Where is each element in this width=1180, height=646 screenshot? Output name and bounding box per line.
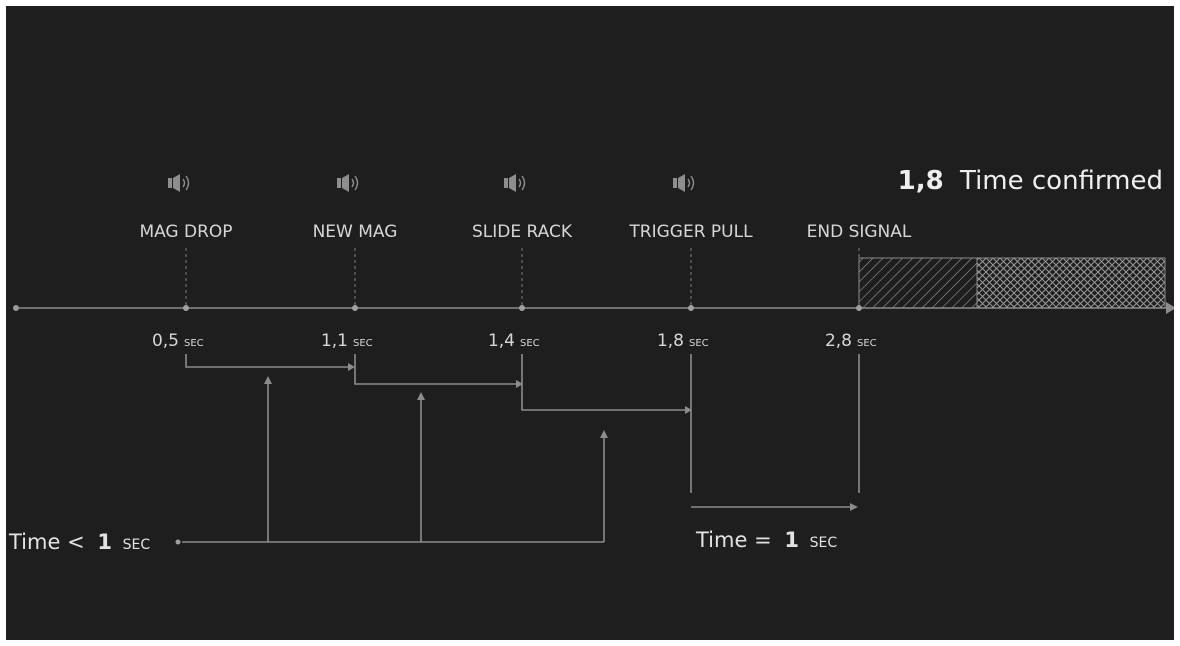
- tick-dot-1: [352, 305, 358, 311]
- right-note-unit: SEC: [810, 535, 838, 551]
- timeline-svg: MAG DROP NEW MAG SLIDE RACK TRIGGER PULL…: [8, 166, 1174, 554]
- time-value-1: 1,1: [321, 331, 348, 351]
- tick-dot-3: [688, 305, 694, 311]
- riser-arrow-head-0: [264, 376, 272, 384]
- speaker-icon: [337, 174, 359, 192]
- event-label-mag-drop: MAG DROP: [139, 222, 232, 242]
- time-unit-0: SEC: [184, 338, 204, 349]
- axis-arrow-head: [1166, 302, 1174, 314]
- left-note-prefix: Time <: [8, 530, 85, 554]
- speaker-icon: [168, 174, 190, 192]
- time-unit-3: SEC: [689, 338, 709, 349]
- left-bracket-dot: [175, 539, 181, 545]
- right-note: Time = 1 SEC: [695, 528, 837, 552]
- time-value-2: 1,4: [488, 331, 515, 351]
- speaker-icon: [504, 174, 526, 192]
- right-note-value: 1: [784, 528, 799, 552]
- step-connector-1: [354, 354, 516, 385]
- tick-dot-0: [183, 305, 189, 311]
- confirmed-value: 1,8: [898, 166, 944, 196]
- right-note-prefix: Time =: [695, 528, 772, 552]
- event-label-end-signal: END SIGNAL: [807, 222, 912, 242]
- confirmed-text: Time confirmed: [959, 166, 1163, 196]
- right-bracket-arrow-head: [850, 503, 858, 511]
- tick-dot-4: [856, 305, 862, 311]
- riser-arrow-head-1: [417, 392, 425, 400]
- hatched-region-crosshatch: [976, 257, 1166, 309]
- event-label-slide-rack: SLIDE RACK: [472, 222, 573, 242]
- time-unit-1: SEC: [353, 338, 373, 349]
- speaker-icon: [673, 174, 695, 192]
- riser-arrow-head-2: [600, 430, 608, 438]
- left-note-value: 1: [97, 530, 112, 554]
- step-connector-2: [521, 354, 685, 411]
- time-unit-2: SEC: [520, 338, 540, 349]
- time-unit-4: SEC: [857, 338, 877, 349]
- event-label-new-mag: NEW MAG: [313, 222, 398, 242]
- tick-dot-2: [519, 305, 525, 311]
- timeline-diagram: MAG DROP NEW MAG SLIDE RACK TRIGGER PULL…: [6, 6, 1174, 640]
- axis-start-dot: [13, 305, 19, 311]
- event-label-trigger-pull: TRIGGER PULL: [628, 222, 753, 242]
- step-connector-0: [185, 354, 348, 368]
- hatched-region-diagonal: [858, 257, 978, 309]
- confirmed-heading: 1,8 Time confirmed: [898, 166, 1163, 196]
- step-arrow-head-0: [348, 363, 355, 371]
- left-note: Time < 1 SEC: [8, 530, 150, 554]
- time-value-3: 1,8: [657, 331, 684, 351]
- time-value-0: 0,5: [152, 331, 179, 351]
- left-note-unit: SEC: [123, 537, 151, 553]
- time-value-4: 2,8: [825, 331, 852, 351]
